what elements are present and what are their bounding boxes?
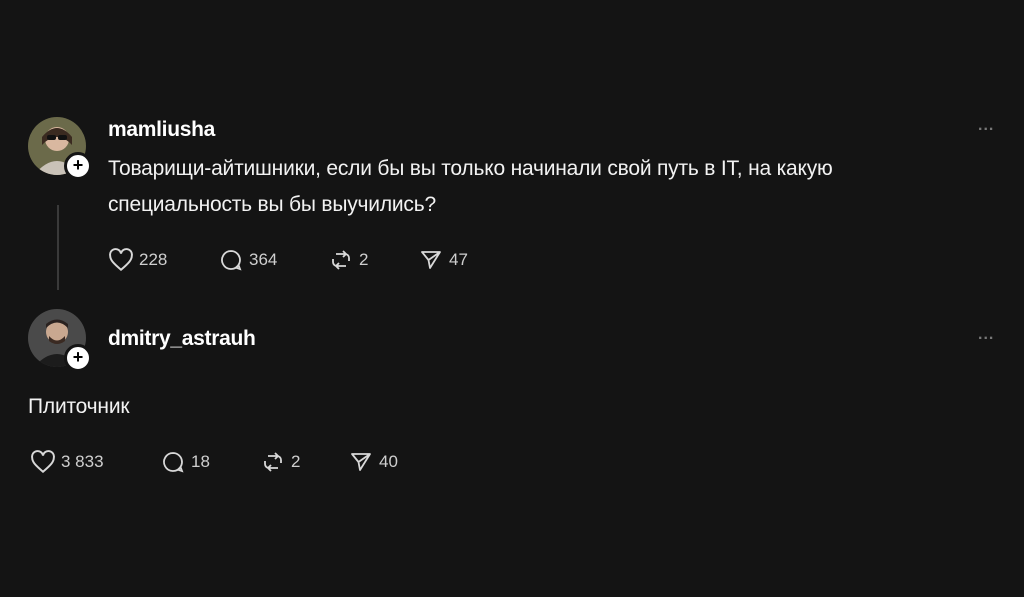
repost-icon xyxy=(332,250,350,270)
post-text: Товарищи-айтишники, если бы вы только на… xyxy=(108,151,833,223)
thread-line xyxy=(57,205,59,290)
more-icon[interactable]: ... xyxy=(978,117,994,135)
reply-count: 18 xyxy=(191,452,210,471)
post-text-line: специальность вы бы выучились? xyxy=(108,193,436,216)
like-count: 228 xyxy=(139,250,168,269)
follow-plus-icon[interactable]: + xyxy=(64,344,92,372)
more-icon[interactable]: ... xyxy=(978,326,994,344)
reply-button[interactable]: 18 xyxy=(160,450,260,474)
heart-icon xyxy=(109,248,133,272)
repost-icon xyxy=(264,452,282,472)
repost-button[interactable]: 2 xyxy=(328,248,418,272)
repost-count: 2 xyxy=(291,452,301,471)
like-button[interactable]: 3 833 xyxy=(30,450,160,474)
repost-button[interactable]: 2 xyxy=(260,450,348,474)
comment-icon xyxy=(163,452,184,473)
post-dmitry-astrauh: + dmitry_astrauh ... Плиточник 3 833 18 … xyxy=(0,300,1024,500)
send-icon xyxy=(351,453,371,471)
post-mamliusha: + mamliusha ... Товарищи-айтишники, если… xyxy=(0,0,1024,300)
share-count: 40 xyxy=(379,452,398,471)
like-button[interactable]: 228 xyxy=(108,248,218,272)
username[interactable]: dmitry_astrauh xyxy=(108,327,256,351)
username[interactable]: mamliusha xyxy=(108,118,215,142)
send-icon xyxy=(421,251,441,269)
repost-count: 2 xyxy=(359,250,369,269)
post-text: Плиточник xyxy=(28,395,130,418)
share-button[interactable]: 40 xyxy=(348,450,428,474)
heart-icon xyxy=(31,450,55,474)
share-button[interactable]: 47 xyxy=(418,248,498,272)
post-actions: 228 364 2 47 xyxy=(108,248,498,272)
post-actions: 3 833 18 2 40 xyxy=(30,450,428,474)
reply-count: 364 xyxy=(249,250,278,269)
follow-plus-icon[interactable]: + xyxy=(64,152,92,180)
comment-icon xyxy=(221,250,242,271)
reply-button[interactable]: 364 xyxy=(218,248,328,272)
post-text-line: Товарищи-айтишники, если бы вы только на… xyxy=(108,157,833,180)
like-count: 3 833 xyxy=(61,452,104,471)
share-count: 47 xyxy=(449,250,468,269)
